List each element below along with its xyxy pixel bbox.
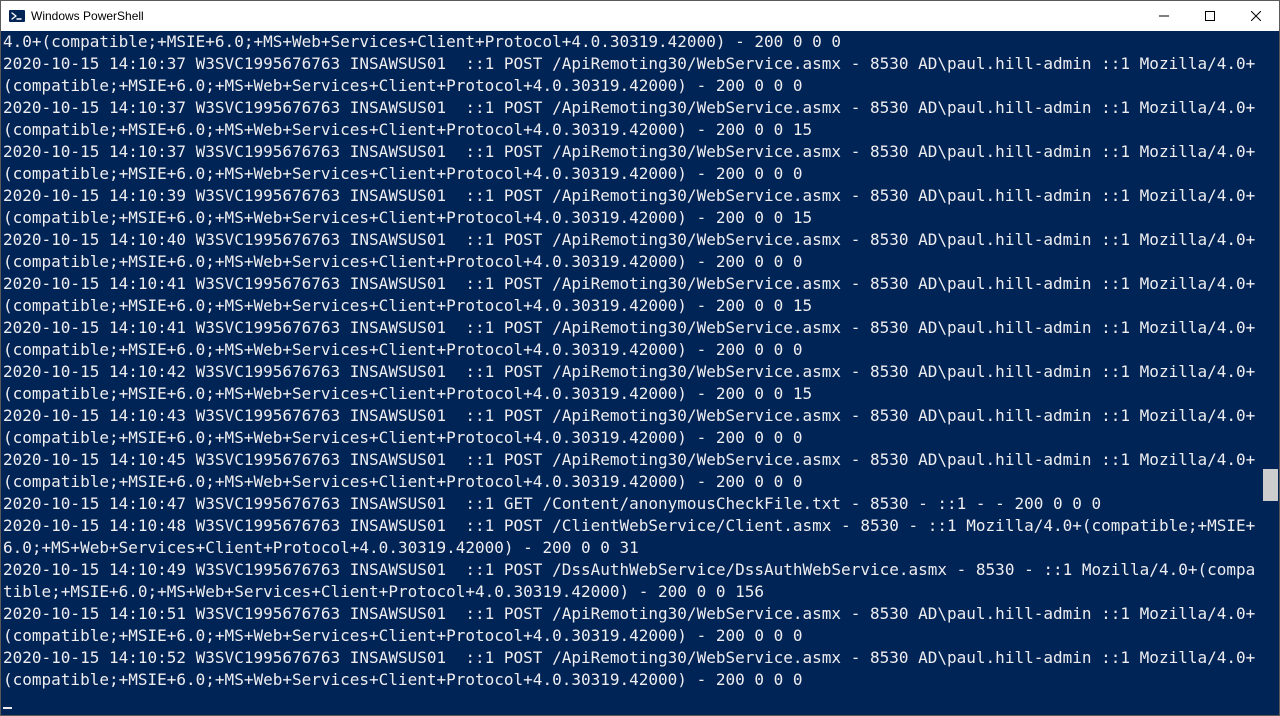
scrollbar-thumb[interactable] xyxy=(1263,469,1278,501)
terminal-wrap: 4.0+(compatible;+MSIE+6.0;+MS+Web+Servic… xyxy=(1,31,1279,715)
powershell-window: Windows PowerShell 4.0+(compatible;+MSIE… xyxy=(0,0,1280,716)
vertical-scrollbar[interactable] xyxy=(1262,31,1279,715)
minimize-button[interactable] xyxy=(1141,1,1187,31)
powershell-icon xyxy=(9,8,25,24)
window-title: Windows PowerShell xyxy=(31,9,144,23)
close-button[interactable] xyxy=(1233,1,1279,31)
titlebar[interactable]: Windows PowerShell xyxy=(1,1,1279,31)
maximize-button[interactable] xyxy=(1187,1,1233,31)
terminal-output[interactable]: 4.0+(compatible;+MSIE+6.0;+MS+Web+Servic… xyxy=(1,31,1262,715)
cursor xyxy=(3,707,12,709)
